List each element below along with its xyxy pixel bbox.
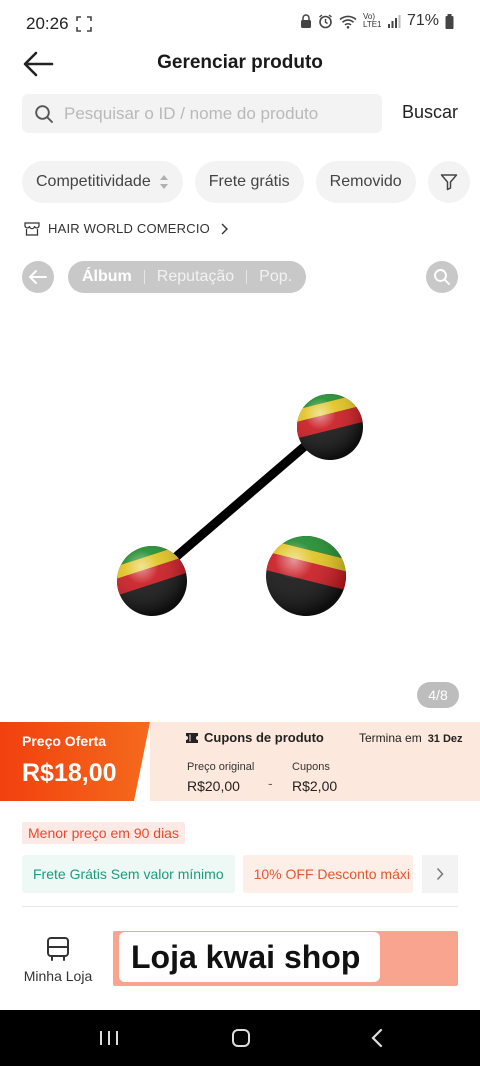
shop-icon: [24, 221, 40, 236]
chip-competitividade[interactable]: Competitividade: [22, 161, 183, 203]
offer-price-label: Preço Oferta: [22, 733, 107, 749]
chip-label: Competitividade: [36, 173, 151, 190]
album-tabs: Álbum Reputação Pop.: [68, 261, 307, 293]
recent-apps-icon[interactable]: [98, 1028, 120, 1048]
tab-separator: [246, 270, 248, 284]
ends-date: 31 Dez: [427, 733, 463, 745]
chip-removido[interactable]: Removido: [315, 161, 416, 203]
app-header: Gerenciar produto: [0, 46, 480, 82]
chip-frete-gratis[interactable]: Frete grátis: [194, 161, 304, 203]
promo-row: Frete Grátis Sem valor mínimo 10% OFF De…: [22, 855, 458, 893]
offer-price-value: R$18,00: [22, 759, 117, 787]
promo-discount[interactable]: 10% OFF Desconto máxi: [242, 855, 413, 893]
tab-pop[interactable]: Pop.: [259, 268, 292, 286]
my-store-label: Minha Loja: [23, 968, 93, 984]
promo-more-button[interactable]: [422, 855, 458, 893]
my-store-button[interactable]: Minha Loja: [22, 936, 94, 986]
search-icon: [35, 104, 53, 123]
wifi-icon: [339, 15, 357, 29]
alarm-icon: [319, 13, 332, 28]
ends-label: Termina em: [359, 731, 422, 745]
coupons-title: Cupons de produto: [204, 730, 324, 745]
filter-icon: [440, 174, 457, 191]
ticket-icon: [186, 732, 198, 743]
chevron-right-icon: [221, 223, 228, 234]
product-image[interactable]: [0, 300, 480, 720]
price-banner: Cupons de produto Termina em 31 Dez Preço…: [0, 722, 480, 801]
network-type: Vo) LTE1: [362, 12, 382, 29]
search-button[interactable]: Buscar: [402, 102, 458, 123]
search-row: Buscar: [0, 94, 480, 134]
minus-sign: -: [268, 775, 273, 791]
bottom-action-bar: Minha Loja Loja kwai shop: [0, 922, 480, 1010]
tab-reputacao[interactable]: Reputação: [157, 268, 234, 286]
promo-free-shipping[interactable]: Frete Grátis Sem valor mínimo: [22, 855, 235, 893]
search-icon: [434, 269, 450, 285]
battery-percent: 71%: [406, 12, 439, 29]
status-time: 20:26: [26, 14, 69, 33]
home-icon[interactable]: [231, 1028, 251, 1048]
filter-button[interactable]: [427, 161, 470, 203]
signal-icon: [387, 15, 401, 28]
battery-icon: [445, 13, 454, 29]
gallery-page-indicator: 4/8: [417, 682, 459, 708]
divider: [22, 906, 458, 907]
sort-icon: [159, 175, 168, 189]
coupon-panel[interactable]: Cupons de produto Termina em 31 Dez Preço…: [150, 722, 480, 801]
filter-chips: Competitividade Frete grátis Removido: [22, 161, 470, 203]
coupons-label: Cupons: [292, 761, 330, 773]
album-search-button[interactable]: [426, 261, 458, 293]
shop-link[interactable]: HAIR WORLD COMERCIO: [24, 221, 228, 236]
system-nav-bar: [0, 1010, 480, 1066]
coupons-value: R$2,00: [292, 778, 338, 794]
search-input[interactable]: [64, 103, 364, 124]
lowest-price-badge: Menor preço em 90 dias: [22, 822, 185, 844]
original-price-value: R$20,00: [187, 778, 240, 794]
original-price-label: Preço original: [187, 761, 255, 773]
store-icon: [47, 937, 69, 961]
chip-label: Frete grátis: [208, 173, 290, 190]
back-icon[interactable]: [370, 1028, 384, 1048]
lock-icon: [300, 13, 311, 28]
album-bar: Álbum Reputação Pop.: [22, 261, 458, 293]
offer-price-block: Preço Oferta R$18,00: [0, 722, 160, 801]
cta-label: Loja kwai shop: [119, 932, 381, 982]
screenshot-expand-icon: [76, 16, 92, 32]
arrow-left-icon: [29, 270, 47, 284]
chevron-right-icon: [436, 867, 444, 881]
album-back-button[interactable]: [22, 261, 54, 293]
tab-separator: [143, 270, 145, 284]
shop-name: HAIR WORLD COMERCIO: [48, 221, 210, 236]
status-bar: 20:26 Vo) LTE1 71%: [0, 0, 480, 46]
page-title: Gerenciar produto: [157, 52, 323, 73]
tab-album[interactable]: Álbum: [82, 268, 132, 286]
search-box[interactable]: [22, 94, 382, 133]
chip-label: Removido: [329, 173, 402, 190]
